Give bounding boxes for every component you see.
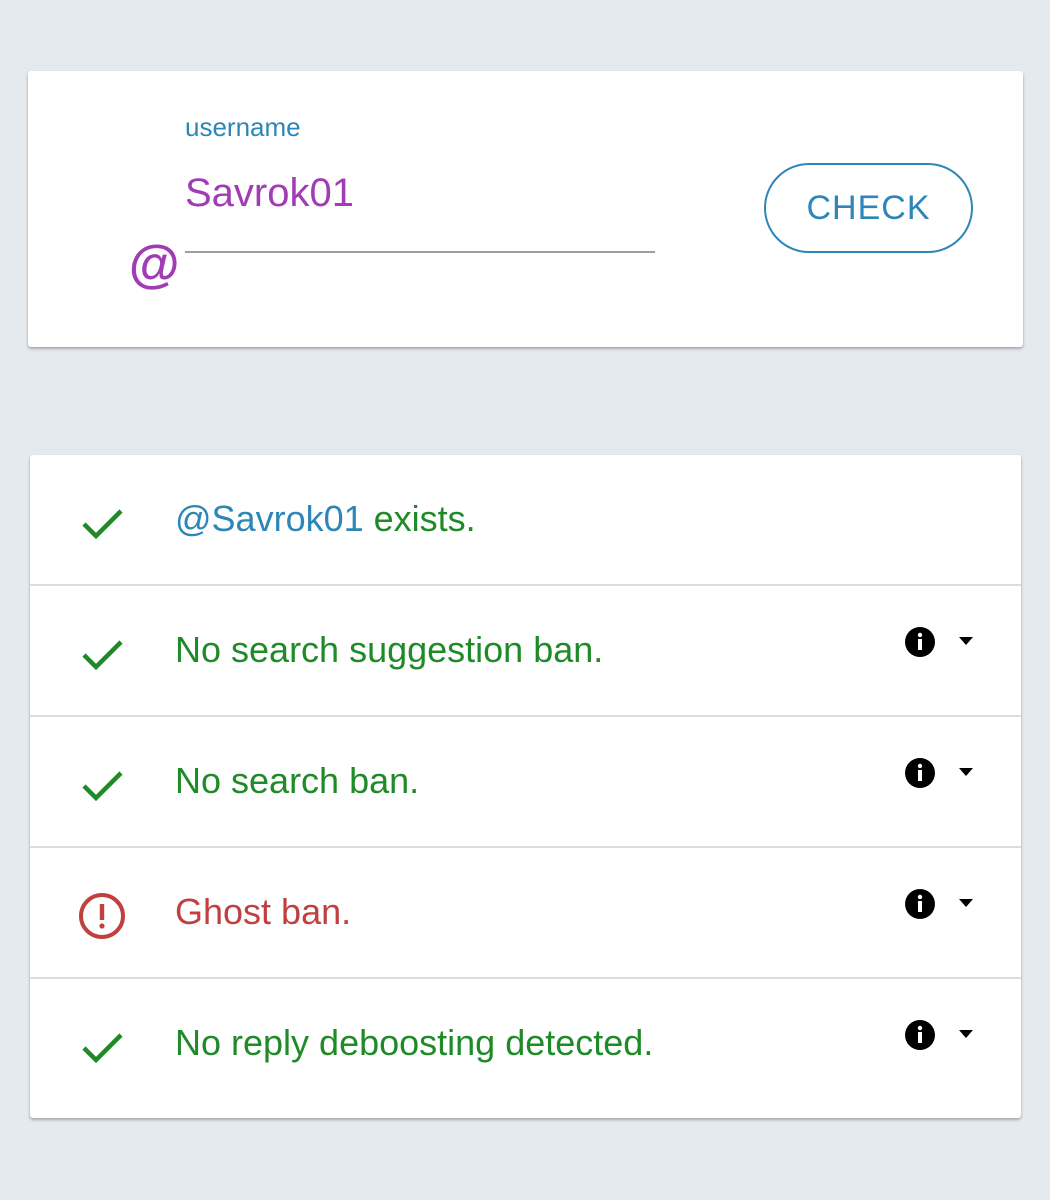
username-input[interactable] xyxy=(185,171,655,253)
result-row-search-suggestion-ban: No search suggestion ban. xyxy=(30,586,1021,717)
result-row-exists: @Savrok01 exists. xyxy=(30,455,1021,586)
result-text-exists: @Savrok01 exists. xyxy=(175,499,476,539)
result-row-reply-deboosting: No reply deboosting detected. xyxy=(30,979,1021,1110)
alert-circle-icon xyxy=(79,893,125,939)
result-text: Ghost ban. xyxy=(175,891,352,932)
check-icon xyxy=(82,1033,123,1064)
username-card: @ username CHECK xyxy=(28,71,1023,347)
info-icon[interactable] xyxy=(904,888,936,920)
at-sign-icon: @ xyxy=(128,236,179,294)
result-text: exists. xyxy=(363,498,476,539)
result-row-ghost-ban: Ghost ban. xyxy=(30,848,1021,979)
check-icon xyxy=(82,509,123,540)
check-icon xyxy=(82,640,123,671)
info-icon[interactable] xyxy=(904,1019,936,1051)
check-button[interactable]: CHECK xyxy=(764,163,973,253)
caret-down-icon[interactable] xyxy=(958,1029,974,1039)
result-text: No search suggestion ban. xyxy=(175,629,604,670)
result-text: No search ban. xyxy=(175,760,420,801)
caret-down-icon[interactable] xyxy=(958,767,974,777)
result-row-search-ban: No search ban. xyxy=(30,717,1021,848)
check-icon xyxy=(82,771,123,802)
info-icon[interactable] xyxy=(904,757,936,789)
result-handle[interactable]: @Savrok01 xyxy=(175,498,364,539)
result-text: No reply deboosting detected. xyxy=(175,1022,654,1063)
caret-down-icon[interactable] xyxy=(958,898,974,908)
results-card: @Savrok01 exists. No search suggestion b… xyxy=(30,455,1021,1118)
caret-down-icon[interactable] xyxy=(958,636,974,646)
info-icon[interactable] xyxy=(904,626,936,658)
username-label: username xyxy=(185,112,301,142)
